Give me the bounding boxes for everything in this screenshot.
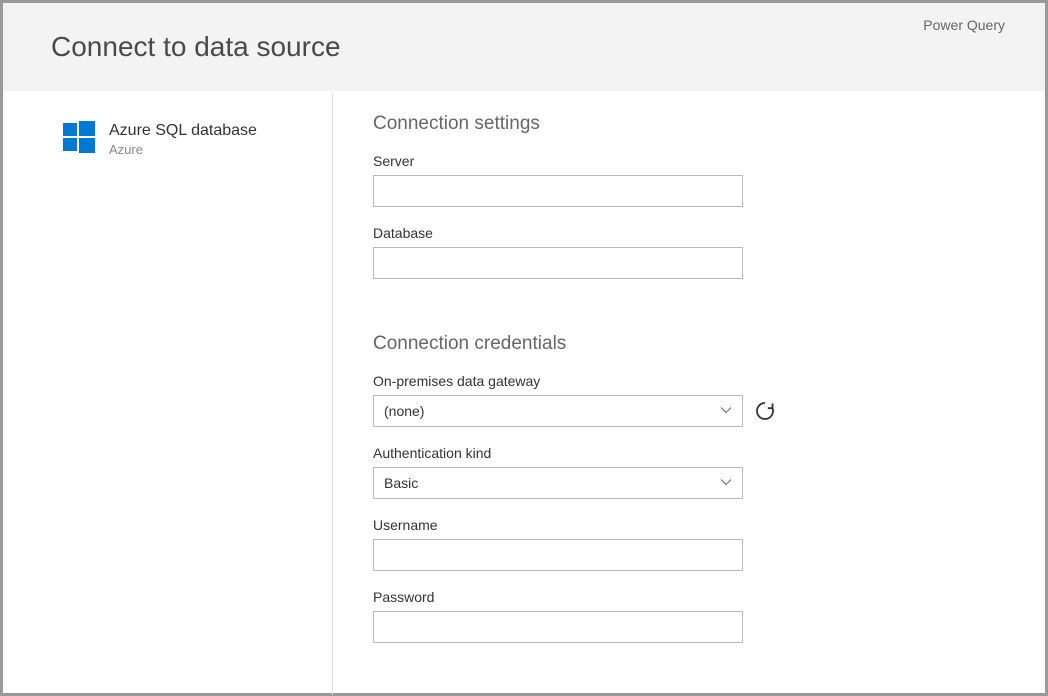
auth-value: Basic [384, 475, 418, 491]
server-field-group: Server [373, 153, 1005, 207]
username-field-group: Username [373, 517, 1005, 571]
username-label: Username [373, 517, 1005, 533]
auth-field-group: Authentication kind Basic [373, 445, 1005, 499]
gateway-value: (none) [384, 403, 424, 419]
password-label: Password [373, 589, 1005, 605]
source-name: Azure SQL database [109, 121, 257, 140]
gateway-dropdown[interactable]: (none) [373, 395, 743, 427]
brand-label: Power Query [923, 17, 1005, 33]
refresh-button[interactable] [755, 401, 775, 421]
database-input[interactable] [373, 247, 743, 279]
chevron-down-icon [720, 403, 732, 419]
password-input[interactable] [373, 611, 743, 643]
source-texts: Azure SQL database Azure [109, 121, 257, 157]
password-field-group: Password [373, 589, 1005, 643]
database-field-group: Database [373, 225, 1005, 279]
gateway-field-group: On-premises data gateway (none) [373, 373, 1005, 427]
content: Azure SQL database Azure Connection sett… [3, 91, 1045, 693]
server-input[interactable] [373, 175, 743, 207]
header: Connect to data source Power Query [3, 3, 1045, 91]
connection-credentials-heading: Connection credentials [373, 333, 1005, 355]
connection-settings-heading: Connection settings [373, 113, 1005, 135]
source-category: Azure [109, 142, 257, 157]
server-label: Server [373, 153, 1005, 169]
refresh-icon [755, 401, 775, 421]
auth-label: Authentication kind [373, 445, 1005, 461]
source-item[interactable]: Azure SQL database Azure [63, 121, 312, 158]
auth-dropdown[interactable]: Basic [373, 467, 743, 499]
gateway-label: On-premises data gateway [373, 373, 1005, 389]
windows-icon [63, 121, 95, 158]
form-area: Connection settings Server Database Conn… [333, 91, 1045, 693]
database-label: Database [373, 225, 1005, 241]
chevron-down-icon [720, 475, 732, 491]
username-input[interactable] [373, 539, 743, 571]
page-title: Connect to data source [51, 31, 341, 63]
sidebar: Azure SQL database Azure [3, 93, 333, 695]
